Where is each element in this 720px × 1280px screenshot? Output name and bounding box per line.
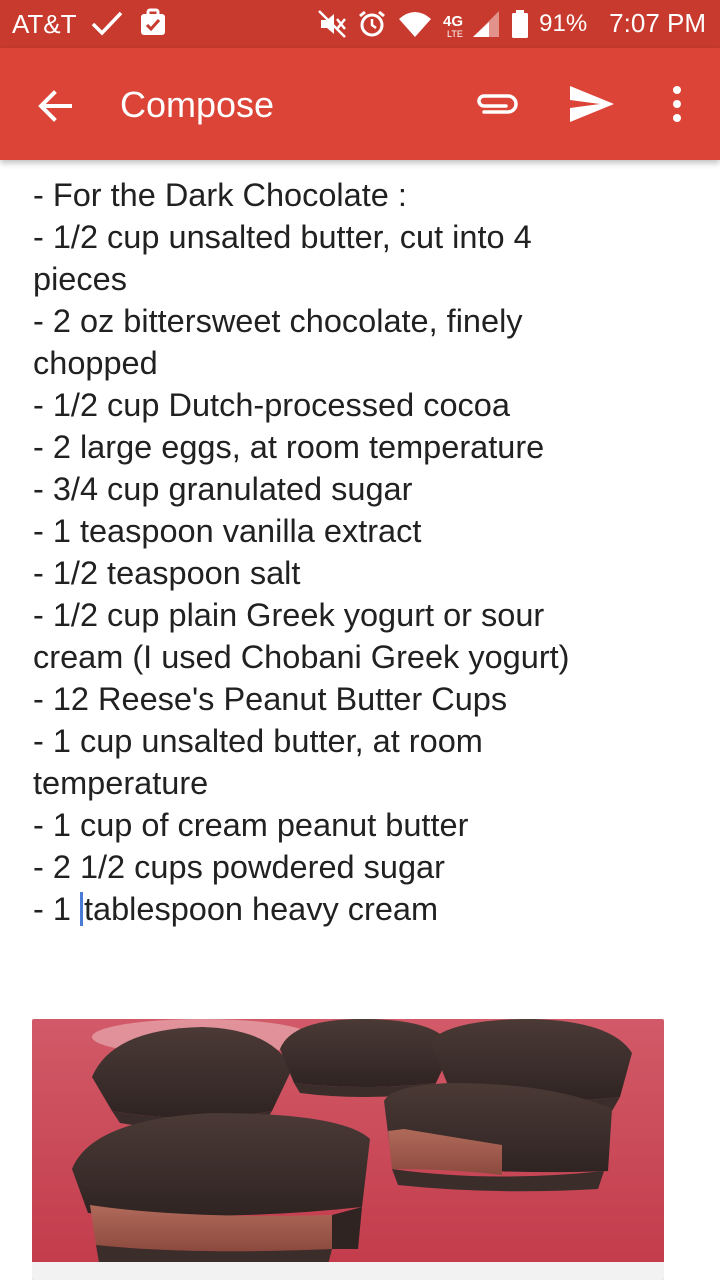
image-footer-bar [32,1262,664,1280]
body-line: - 1 cup of cream peanut butter [33,807,469,843]
body-line: - 1 teaspoon vanilla extract [33,513,422,549]
lte-signal-icon: 4G LTE [443,10,500,39]
body-line: - 2 1/2 cups powdered sugar [33,849,445,885]
status-bar: AT&T 4G LTE 91% 7:07 PM [0,0,720,48]
body-line: cream (I used Chobani Greek yogurt) [33,639,570,675]
body-line: - 1/2 cup plain Greek yogurt or sour [33,597,545,633]
body-line: - For the Dark Chocolate : [33,177,407,213]
body-line: - 12 Reese's Peanut Butter Cups [33,681,508,717]
app-bar: Compose [0,48,720,160]
body-text-after-cursor: tablespoon heavy cream [83,891,439,927]
body-line: chopped [33,345,158,381]
attach-icon [477,94,518,114]
body-line: - 3/4 cup granulated sugar [33,471,413,507]
body-line: - 2 large eggs, at room temperature [33,429,545,465]
body-line: - 1 cup unsalted butter, at room [33,723,483,759]
status-left-icons [90,8,168,38]
body-line: - 1/2 teaspoon salt [33,555,301,591]
battery-icon [512,9,529,38]
body-text-before-cursor: - 1 [33,891,80,927]
more-options-button[interactable] [662,78,692,130]
status-right-icons: 4G LTE 91% 7:07 PM [317,8,706,39]
carrier-label: AT&T [12,9,77,39]
body-line: - 2 oz bittersweet chocolate, finely [33,303,523,339]
clock: 7:07 PM [609,8,706,38]
svg-text:LTE: LTE [447,29,463,39]
body-line: - 1/2 cup unsalted butter, cut into 4 [33,219,532,255]
svg-text:4G: 4G [443,13,463,30]
alarm-icon [359,10,386,36]
body-line: temperature [33,765,209,801]
inline-image[interactable] [32,1019,664,1280]
battery-percent: 91% [539,9,588,37]
text-cursor [79,892,83,926]
attach-button[interactable] [470,82,524,126]
compose-body[interactable]: - For the Dark Chocolate : - 1/2 cup uns… [33,174,673,930]
body-line: pieces [33,261,127,297]
task-icon [141,8,165,35]
body-line: - 1/2 cup Dutch-processed cocoa [33,387,510,423]
body-line-with-cursor: - 1 tablespoon heavy cream [33,888,673,930]
send-button[interactable] [566,78,618,130]
peanut-butter-cups-photo [32,1019,664,1280]
back-arrow-icon [38,90,72,122]
wifi-icon [399,11,432,37]
back-button[interactable] [30,80,82,132]
mute-icon [318,9,347,38]
check-icon [91,11,123,36]
page-title: Compose [120,84,275,125]
send-icon [570,86,614,122]
more-vert-icon [673,86,681,122]
